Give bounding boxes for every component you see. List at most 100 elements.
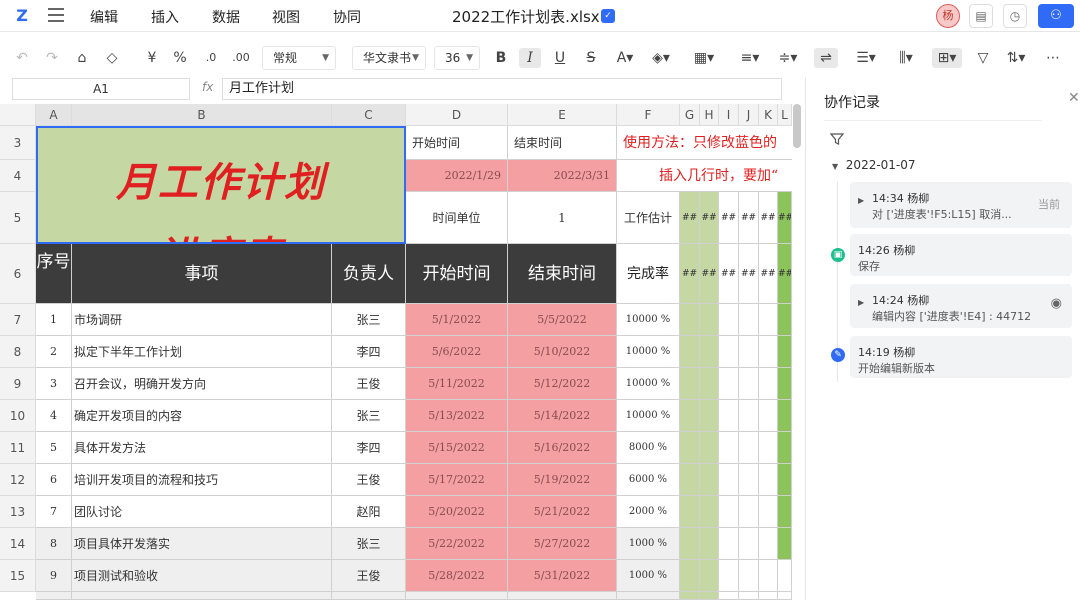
gantt-cell[interactable] [778,336,792,368]
task-item[interactable]: 拟定下半年工作计划 [72,336,332,368]
gantt-cell[interactable] [680,368,700,400]
filter-icon[interactable]: ▽ [972,48,994,68]
gantt-cell[interactable] [739,304,759,336]
task-item[interactable]: 团队讨论 [72,496,332,528]
gantt-cell[interactable] [700,560,719,592]
row-header[interactable]: 7 [0,304,36,336]
sort-icon[interactable]: ⇅▾ [1002,48,1030,68]
task-start[interactable]: 5/22/2022 [406,528,508,560]
cell[interactable] [332,592,406,600]
gantt-cell[interactable] [739,592,759,600]
menu-view[interactable]: 视图 [272,7,300,27]
cell[interactable] [617,592,680,600]
gantt-cell[interactable] [739,432,759,464]
task-no[interactable]: 2 [36,336,72,368]
task-owner[interactable]: 王俊 [332,368,406,400]
task-owner[interactable]: 李四 [332,432,406,464]
undo-icon[interactable]: ↶ [12,48,32,68]
task-end[interactable]: 5/5/2022 [508,304,617,336]
gantt-cell[interactable] [759,336,778,368]
column-width-icon[interactable]: ⫼▾ [892,48,920,68]
row-header[interactable]: 11 [0,432,36,464]
gantt-cell[interactable] [719,560,739,592]
column-header[interactable]: E [508,104,617,126]
work-estimate-label[interactable]: 工作估计 [617,192,680,244]
task-owner[interactable]: 王俊 [332,560,406,592]
row-header[interactable]: 6 [0,244,36,304]
formula-input[interactable]: 月工作计划 [222,78,782,100]
column-header[interactable]: C [332,104,406,126]
gantt-cell[interactable] [719,368,739,400]
gantt-cell[interactable] [700,336,719,368]
task-start[interactable]: 5/15/2022 [406,432,508,464]
gantt-cell[interactable] [700,432,719,464]
gantt-cell[interactable] [719,496,739,528]
column-header[interactable]: F [617,104,680,126]
task-rate[interactable]: 10000 % [617,336,680,368]
row-header[interactable]: 5 [0,192,36,244]
gantt-cell[interactable] [739,368,759,400]
task-start[interactable]: 5/1/2022 [406,304,508,336]
gantt-cell[interactable]: ## [739,244,759,304]
column-header[interactable]: G [680,104,700,126]
column-title[interactable]: 结束时间 [508,244,617,304]
menu-edit[interactable]: 编辑 [90,7,118,27]
task-start[interactable]: 5/28/2022 [406,560,508,592]
gantt-cell[interactable]: ## [680,192,700,244]
document-title[interactable]: 2022工作计划表.xlsx [452,6,600,27]
gantt-cell[interactable]: ## [778,192,792,244]
bold-button[interactable]: B [490,48,512,68]
fill-color-icon[interactable]: ◈▾ [648,48,674,68]
row-header[interactable]: 12 [0,464,36,496]
percent-button[interactable]: % [170,48,190,68]
gantt-cell[interactable] [680,592,700,600]
column-title[interactable]: 负责人 [332,244,406,304]
gantt-cell[interactable] [719,432,739,464]
gantt-cell[interactable] [680,560,700,592]
gantt-cell[interactable] [719,592,739,600]
task-item[interactable]: 召开会议，明确开发方向 [72,368,332,400]
gantt-cell[interactable] [700,592,719,600]
column-header[interactable]: J [739,104,759,126]
gantt-cell[interactable] [719,336,739,368]
gantt-cell[interactable] [700,464,719,496]
task-no[interactable]: 5 [36,432,72,464]
borders-icon[interactable]: ▦▾ [690,48,718,68]
font-size-select[interactable]: 36 ▼ [434,46,480,70]
gantt-cell[interactable]: ## [680,244,700,304]
column-header[interactable]: B [72,104,332,126]
eye-icon[interactable]: ◉ [1051,296,1062,311]
vertical-align-icon[interactable]: ≑▾ [774,48,802,68]
row-header[interactable]: 3 [0,126,36,160]
cell[interactable] [72,592,332,600]
gantt-cell[interactable] [759,432,778,464]
task-item[interactable]: 培训开发项目的流程和技巧 [72,464,332,496]
task-item[interactable]: 市场调研 [72,304,332,336]
vertical-scrollbar[interactable] [793,104,801,148]
column-header[interactable]: H [700,104,719,126]
gantt-cell[interactable] [778,432,792,464]
underline-button[interactable]: U [549,48,571,68]
task-no[interactable]: 9 [36,560,72,592]
gantt-cell[interactable] [739,400,759,432]
close-icon[interactable]: ✕ [1068,90,1080,106]
gantt-cell[interactable] [778,464,792,496]
gantt-cell[interactable] [719,464,739,496]
row-header[interactable]: 8 [0,336,36,368]
column-header[interactable]: L [778,104,792,126]
task-start[interactable]: 5/20/2022 [406,496,508,528]
font-color-icon[interactable]: A▾ [612,48,638,68]
gantt-cell[interactable] [759,560,778,592]
number-format-select[interactable]: 常规 ▼ [262,46,336,70]
gantt-cell[interactable] [680,496,700,528]
task-end[interactable]: 5/14/2022 [508,400,617,432]
gantt-cell[interactable] [680,336,700,368]
task-owner[interactable]: 赵阳 [332,496,406,528]
filter-icon[interactable] [830,132,844,146]
decrease-decimal-button[interactable]: .0 [198,48,224,68]
comment-icon[interactable]: ▤ [969,4,993,28]
header-no[interactable]: 序号 [36,244,72,304]
redo-icon[interactable]: ↷ [42,48,62,68]
history-icon[interactable]: ◷ [1003,4,1027,28]
task-rate[interactable]: 10000 % [617,368,680,400]
